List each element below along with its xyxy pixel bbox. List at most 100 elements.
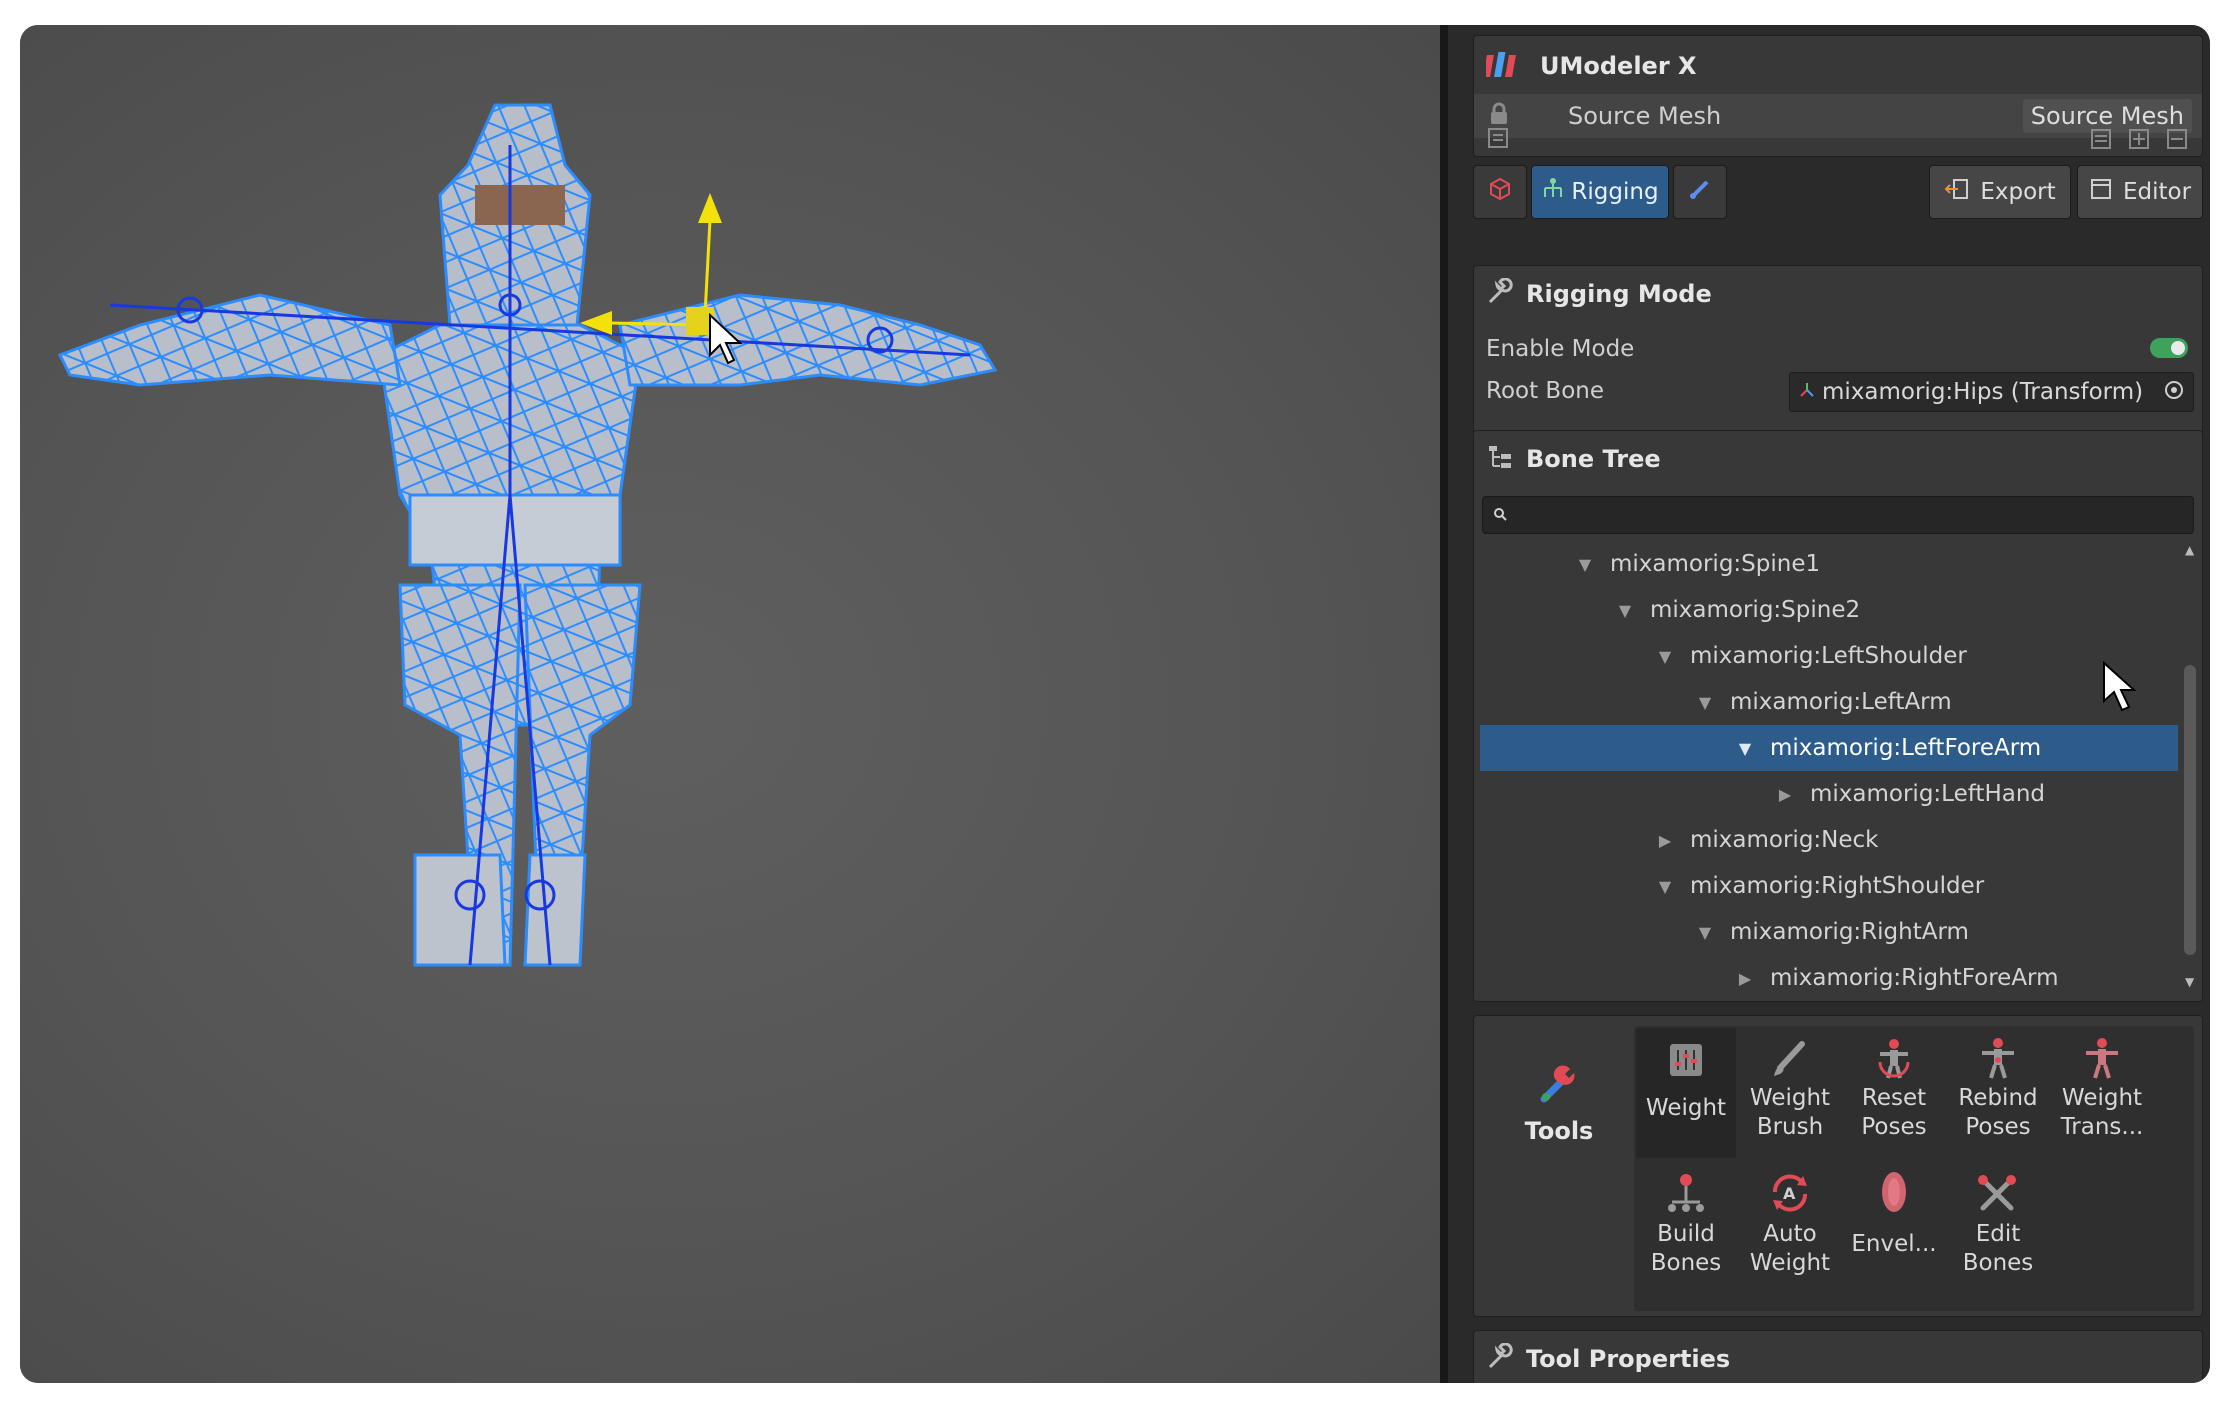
rigging-mode-section: Rigging Mode Enable Mode Root Bone mixam… [1473, 265, 2203, 442]
tools-grid: Weight Weight Brush Reset Poses Rebind Poses We… [1634, 1026, 2194, 1311]
rig-icon [1541, 177, 1565, 207]
wrench-icon [1486, 276, 1514, 310]
app-window: UModeler X Source Mesh Source Mesh Riggi… [20, 25, 2210, 1383]
expand-all-icon[interactable] [2128, 128, 2150, 154]
export-icon [1944, 176, 1970, 208]
bone-tree-scrollbar[interactable]: ▲ ▼ [2182, 543, 2198, 989]
tool-envelope[interactable]: Envel... [1844, 1164, 1944, 1294]
tool-label-line2: Weight [1749, 1250, 1831, 1276]
tool-weight[interactable]: Weight [1636, 1028, 1736, 1158]
list-view-icon[interactable] [2090, 128, 2112, 154]
bone-tree-item[interactable]: ▶ mixamorig:RightForeArm [1480, 955, 2178, 1001]
tool-label-line1: Edit [1975, 1221, 2021, 1247]
mode-tab-bar: Rigging Export Editor [1473, 165, 2203, 221]
tool-properties-section: Tool Properties [1473, 1330, 2203, 1383]
expand-arrow-down-icon[interactable]: ▼ [1690, 693, 1720, 712]
tool-label-line2: Trans... [2060, 1114, 2144, 1140]
bone-tree-item[interactable]: ▶ mixamorig:LeftHand [1480, 771, 2178, 817]
tool-rebind-poses[interactable]: Rebind Poses [1948, 1028, 2048, 1158]
header-box: UModeler X Source Mesh Source Mesh [1473, 35, 2203, 157]
tool-label-line2: Poses [1965, 1114, 2031, 1140]
bone-tree-item-label: mixamorig:RightArm [1730, 919, 1969, 945]
expand-arrow-down-icon[interactable]: ▼ [1650, 877, 1680, 896]
bone-tree-item-label: mixamorig:LeftHand [1810, 781, 2046, 807]
tools-header: Tools [1514, 1061, 1604, 1145]
scroll-up-icon[interactable]: ▲ [2185, 543, 2194, 557]
bone-tree-item-label: mixamorig:Spine1 [1610, 551, 1821, 577]
expand-arrow-right-icon[interactable]: ▶ [1650, 831, 1680, 850]
tool-auto-weight[interactable]: A Auto Weight [1740, 1164, 1840, 1294]
build-bones-icon [1636, 1164, 1736, 1216]
tool-properties-header[interactable]: Tool Properties [1474, 1331, 2202, 1383]
tool-label-line2: Bones [1962, 1250, 2034, 1276]
expand-arrow-down-icon[interactable]: ▼ [1570, 555, 1600, 574]
bone-tree-item-label: mixamorig:Spine2 [1650, 597, 1861, 623]
bone-tree-item[interactable]: ▼ mixamorig:RightShoulder [1480, 863, 2178, 909]
bone-tree-item-label: mixamorig:RightShoulder [1690, 873, 1985, 899]
tools-title: Tools [1524, 1117, 1594, 1145]
character-model [57, 103, 998, 967]
tool-label-line1: Reset [1861, 1085, 1927, 1111]
bone-tree-item[interactable]: ▼ mixamorig:LeftShoulder [1480, 633, 2178, 679]
weight-transfer-icon [2052, 1028, 2152, 1080]
bone-tree-item[interactable]: ▼ mixamorig:Spine2 [1480, 587, 2178, 633]
tool-label-line1: Auto [1763, 1221, 1817, 1247]
weight-icon [1636, 1028, 1736, 1080]
tool-weight-transfer[interactable]: Weight Trans... [2052, 1028, 2152, 1158]
bone-tree-item[interactable]: ▶ mixamorig:Neck [1480, 817, 2178, 863]
expand-arrow-right-icon[interactable]: ▶ [1770, 785, 1800, 804]
rigging-mode-title: Rigging Mode [1526, 279, 1712, 308]
object-picker-icon[interactable] [2163, 379, 2185, 405]
expand-arrow-down-icon[interactable]: ▼ [1650, 647, 1680, 666]
tab-paint[interactable] [1673, 165, 1727, 219]
document-icon[interactable] [1486, 126, 1510, 154]
bone-tree-header[interactable]: Bone Tree [1474, 431, 2202, 486]
cube-icon [1486, 175, 1514, 209]
tab-mesh[interactable] [1473, 165, 1527, 219]
bone-tree-item-label: mixamorig:Neck [1690, 827, 1879, 853]
svg-text:A: A [1783, 1184, 1796, 1203]
tools-icon [1514, 1061, 1604, 1111]
move-gizmo[interactable] [580, 193, 722, 335]
hierarchy-icon [1486, 443, 1514, 475]
scrollbar-thumb[interactable] [2184, 665, 2196, 955]
bone-tree-item[interactable]: ▼ mixamorig:Spine1 [1480, 541, 2178, 587]
expand-arrow-down-icon[interactable]: ▼ [1730, 739, 1760, 758]
collapse-all-icon[interactable] [2166, 128, 2188, 154]
tool-brush[interactable]: Weight Brush [1740, 1028, 1840, 1158]
editor-button[interactable]: Editor [2077, 165, 2203, 219]
tool-build-bones[interactable]: Build Bones [1636, 1164, 1736, 1294]
tool-label-line1: Weight [1645, 1095, 1727, 1121]
bone-tree-item[interactable]: ▼ mixamorig:LeftArm [1480, 679, 2178, 725]
rigging-mode-header[interactable]: Rigging Mode [1474, 266, 2202, 321]
expand-arrow-right-icon[interactable]: ▶ [1730, 969, 1760, 988]
bone-tree-item[interactable]: ▼ mixamorig:RightArm [1480, 909, 2178, 955]
root-bone-field[interactable]: mixamorig:Hips (Transform) [1789, 372, 2194, 412]
expand-arrow-down-icon[interactable]: ▼ [1610, 601, 1640, 620]
umodeler-logo-icon [1483, 49, 1526, 83]
mouse-pointer-icon [2102, 660, 2138, 717]
bone-tree-section: Bone Tree ▼ mixamorig:Spine1 ▼ mixamorig:Sp… [1473, 430, 2203, 1002]
expand-arrow-down-icon[interactable]: ▼ [1690, 923, 1720, 942]
scene-viewport[interactable] [20, 25, 1440, 1383]
source-mesh-label: Source Mesh [1568, 102, 1722, 130]
scroll-down-icon[interactable]: ▼ [2185, 975, 2194, 989]
edit-bones-icon [1948, 1164, 2048, 1216]
app-title: UModeler X [1540, 52, 1697, 80]
bone-tree-item[interactable]: ▼ mixamorig:LeftForeArm [1480, 725, 2178, 771]
bone-tree-list: ▼ mixamorig:Spine1 ▼ mixamorig:Spine2 ▼ mixam… [1480, 541, 2202, 1001]
rebind-poses-icon [1948, 1028, 2048, 1080]
tool-edit-bones[interactable]: Edit Bones [1948, 1164, 2048, 1294]
tools-section: Tools Weight Weight Brush Reset Poses Rebind P… [1473, 1015, 2203, 1317]
bone-search-input[interactable] [1513, 502, 2137, 528]
mesh-body [57, 103, 998, 967]
tool-reset-poses[interactable]: Reset Poses [1844, 1028, 1944, 1158]
export-button[interactable]: Export [1929, 165, 2071, 219]
envelope-icon [1844, 1164, 1944, 1216]
panel-divider[interactable] [1440, 25, 1448, 1383]
enable-mode-toggle[interactable] [2150, 338, 2188, 358]
umodeler-panel: UModeler X Source Mesh Source Mesh Riggi… [1448, 25, 2210, 1383]
tab-rigging[interactable]: Rigging [1531, 165, 1669, 219]
bone-search-field[interactable] [1482, 496, 2194, 534]
root-bone-label: Root Bone [1486, 378, 1604, 404]
